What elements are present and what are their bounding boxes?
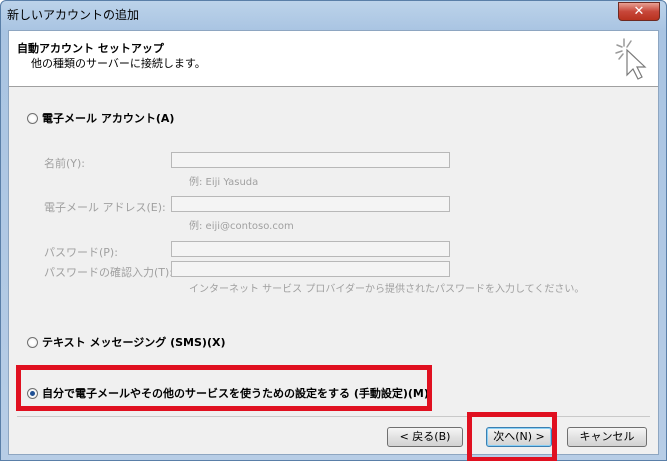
title-bar[interactable]: 新しいアカウントの追加 ✕ <box>1 1 666 29</box>
sms-label: テキスト メッセージング (SMS)(X) <box>42 336 226 349</box>
back-button[interactable]: < 戻る(B) <box>387 427 463 447</box>
email-address-label: 電子メール アドレス(E): <box>44 201 166 214</box>
email-address-input[interactable] <box>171 196 450 212</box>
next-button[interactable]: 次へ(N) > <box>486 427 552 447</box>
wizard-header: 自動アカウント セットアップ 他の種類のサーバーに接続します。 <box>9 31 658 87</box>
sms-option[interactable]: テキスト メッセージング (SMS)(X) <box>27 334 226 350</box>
password-confirm-label: パスワードの確認入力(T): <box>44 266 174 279</box>
footer-separator <box>17 416 650 417</box>
manual-setup-label: 自分で電子メールやその他のサービスを使うための設定をする (手動設定)(M) <box>42 387 429 400</box>
header-title: 自動アカウント セットアップ <box>17 42 164 55</box>
header-subtitle: 他の種類のサーバーに接続します。 <box>31 57 206 70</box>
name-input[interactable] <box>171 152 450 168</box>
sms-radio[interactable] <box>27 336 38 348</box>
password-hint: インターネット サービス プロバイダーから提供されたパスワードを入力してください… <box>189 284 585 295</box>
cursor-sparkle-icon <box>615 38 647 80</box>
email-account-option[interactable]: 電子メール アカウント(A) <box>27 110 174 126</box>
password-confirm-input[interactable] <box>171 261 450 277</box>
manual-setup-radio[interactable] <box>27 387 38 399</box>
name-hint: 例: Eiji Yasuda <box>189 177 259 188</box>
dialog-client-area: 自動アカウント セットアップ 他の種類のサーバーに接続します。 電子メール アカ… <box>8 30 659 455</box>
email-account-radio[interactable] <box>27 112 38 124</box>
dialog-window: 新しいアカウントの追加 ✕ 自動アカウント セットアップ 他の種類のサーバーに接… <box>0 0 667 461</box>
email-account-label: 電子メール アカウント(A) <box>42 112 175 125</box>
email-address-hint: 例: eiji@contoso.com <box>189 221 294 232</box>
password-input[interactable] <box>171 241 450 257</box>
password-label: パスワード(P): <box>44 246 118 259</box>
close-button[interactable]: ✕ <box>618 2 660 21</box>
name-label: 名前(Y): <box>44 157 86 170</box>
cancel-button[interactable]: キャンセル <box>567 427 647 447</box>
manual-setup-option[interactable]: 自分で電子メールやその他のサービスを使うための設定をする (手動設定)(M) <box>27 385 429 401</box>
window-title: 新しいアカウントの追加 <box>7 8 140 22</box>
